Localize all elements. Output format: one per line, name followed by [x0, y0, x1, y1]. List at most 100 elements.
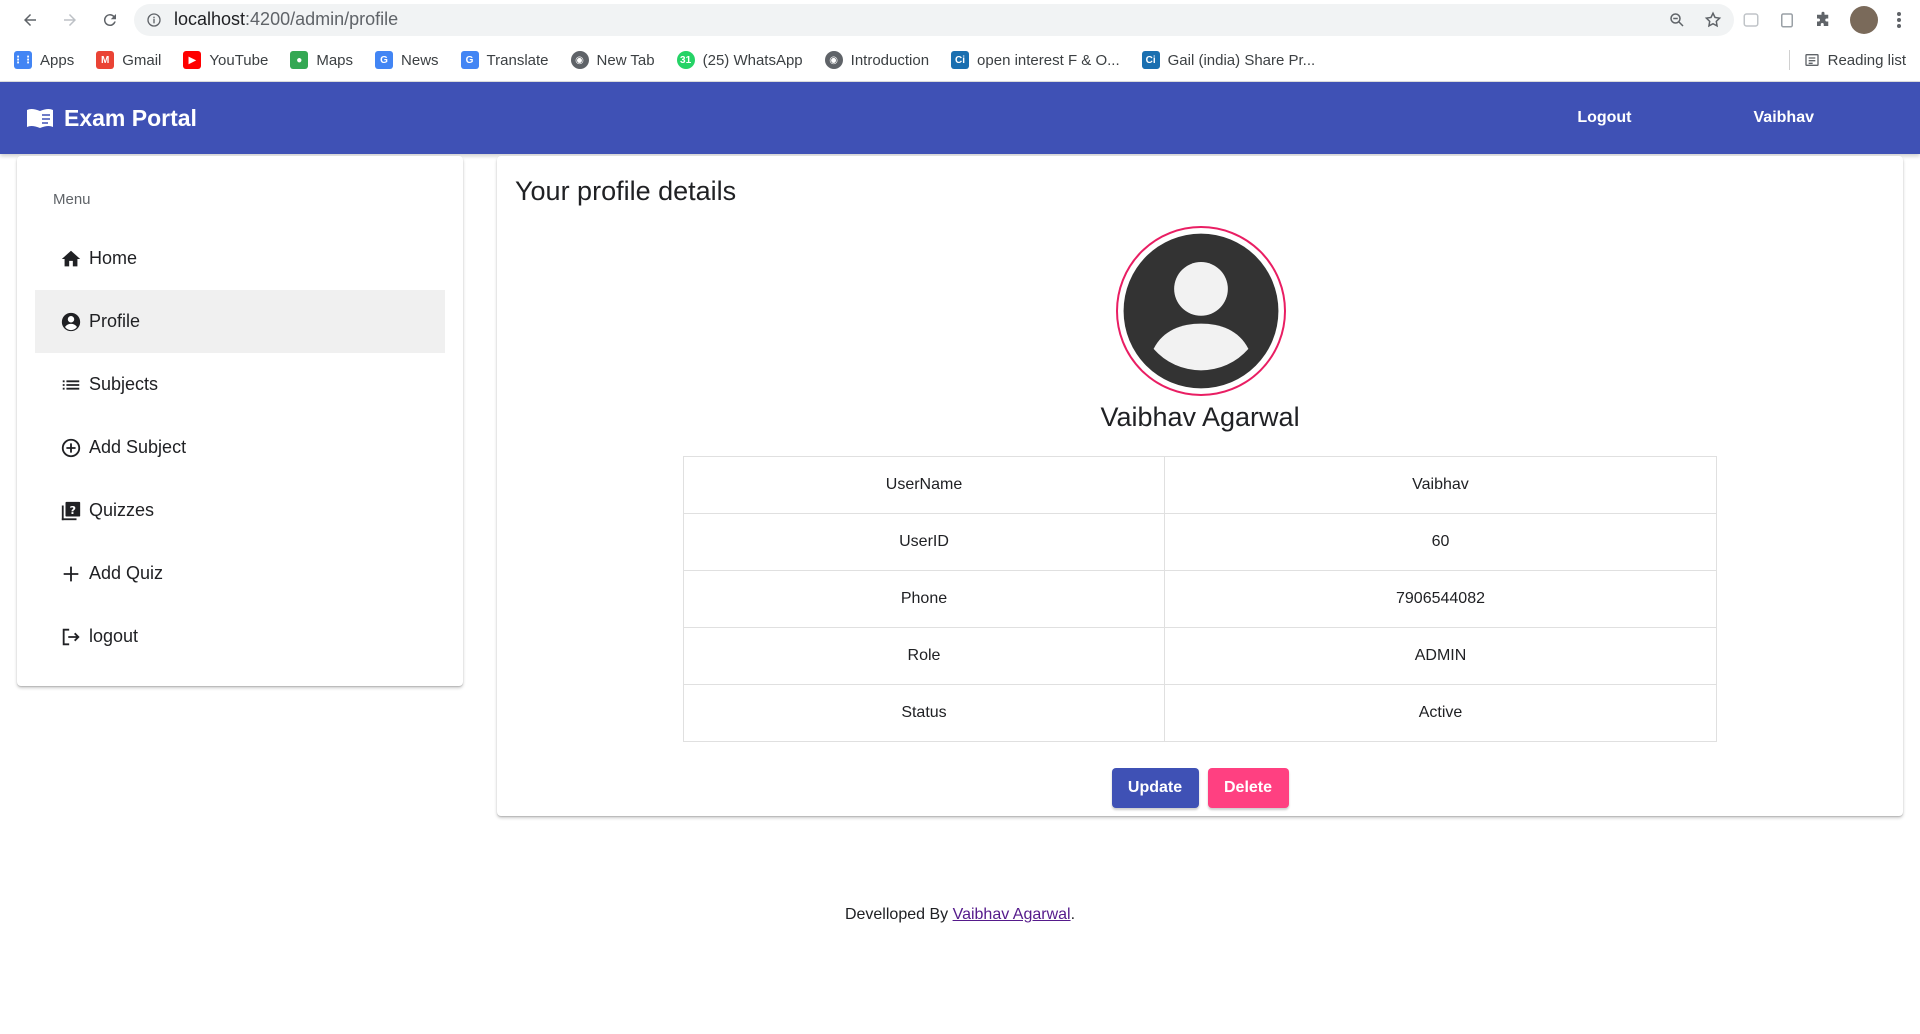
sidebar-item-label: Quizzes — [89, 500, 155, 520]
delete-button[interactable]: Delete — [1207, 768, 1289, 808]
url-path: :4200/admin/profile — [245, 9, 399, 29]
reading-list-button[interactable]: Reading list — [1804, 52, 1906, 69]
bookmark-item[interactable]: Ci Gail (india) Share Pr... — [1141, 51, 1316, 69]
sidebar-item-subjects[interactable]: Subjects — [35, 353, 445, 416]
page-title: Your profile details — [515, 176, 737, 206]
bookmark-label: Translate — [486, 51, 549, 69]
sidebar-item-quizzes[interactable]: ? Quizzes — [35, 479, 445, 542]
url-host: localhost — [174, 9, 246, 29]
reading-list-icon — [1804, 54, 1819, 66]
sidebar-item-home[interactable]: Home — [35, 227, 445, 290]
gmail-icon: M — [96, 51, 115, 69]
whatsapp-icon: 31 — [676, 51, 695, 69]
kebab-menu-icon[interactable] — [1896, 11, 1902, 29]
bookmark-item[interactable]: G Translate — [460, 51, 549, 69]
apps-grid-icon: ⋮⋮ — [13, 51, 33, 69]
sidebar: Menu Home Profile Subjects Add Subject? Quiz… — [17, 156, 463, 686]
youtube-icon: ▶ — [183, 51, 202, 69]
bookmark-item[interactable]: Ci open interest F & O... — [951, 51, 1120, 69]
table-row: Status Active — [683, 684, 1717, 742]
home-icon — [59, 247, 83, 271]
ci-icon: Ci — [1141, 51, 1160, 69]
table-value-cell: Vaibhav — [1164, 456, 1717, 514]
puzzle-icon[interactable] — [1814, 11, 1832, 29]
add-circle-icon — [59, 436, 83, 460]
table-key-cell: Status — [683, 684, 1165, 742]
bookmark-item[interactable]: ▶ YouTube — [183, 51, 268, 69]
reload-icon — [103, 13, 116, 26]
bookmark-item[interactable]: 31 (25) WhatsApp — [676, 51, 803, 69]
sidebar-item-logout[interactable]: logout — [35, 605, 445, 668]
forward-button[interactable] — [50, 4, 90, 36]
bookmark-label: Apps — [40, 51, 75, 69]
sidebar-item-add-quiz[interactable]: Add Quiz — [35, 542, 445, 605]
star-icon[interactable] — [1704, 11, 1722, 29]
arrow-right-icon — [64, 13, 76, 26]
table-key-cell: Role — [683, 627, 1165, 685]
pocket-icon[interactable] — [1742, 11, 1760, 29]
bookmark-item[interactable]: ◉ New Tab — [570, 51, 655, 69]
bookmark-label: Maps — [316, 51, 354, 69]
menu-book-icon — [27, 108, 53, 128]
globe-icon: ◉ — [570, 51, 589, 69]
table-row: UserID 60 — [683, 513, 1717, 571]
bookmark-label: (25) WhatsApp — [702, 51, 803, 69]
update-button[interactable]: Update — [1111, 768, 1199, 808]
reload-button[interactable] — [90, 4, 130, 36]
bookmark-item[interactable]: ⋮⋮ Apps — [13, 51, 75, 69]
logout-link[interactable]: Logout — [1561, 99, 1647, 137]
bookmark-item[interactable]: M Gmail — [96, 51, 161, 69]
footer: Develloped By Vaibhav Agarwal. — [0, 906, 1920, 924]
footer-prefix: Develloped By — [844, 906, 953, 923]
profile-name: Vaibhav Agarwal — [1100, 402, 1300, 432]
bookmark-label: Gmail — [122, 51, 162, 69]
brand[interactable]: Exam Portal — [26, 105, 197, 132]
sidebar-item-label: Add Subject — [89, 437, 187, 457]
bookmark-item[interactable]: ◉ Introduction — [824, 51, 929, 69]
bookmark-label: open interest F & O... — [977, 51, 1120, 69]
plus-icon — [59, 562, 83, 586]
sidebar-item-label: Profile — [89, 311, 141, 331]
profile-avatar-icon[interactable] — [1850, 5, 1878, 34]
clipboard-icon[interactable] — [1778, 11, 1796, 29]
back-button[interactable] — [10, 4, 50, 36]
browser-toolbar: localhost:4200/admin/profile — [0, 0, 1920, 39]
logout-icon — [59, 625, 83, 649]
table-value-cell: Active — [1164, 684, 1717, 742]
list-icon — [59, 373, 83, 397]
table-row: Role ADMIN — [683, 627, 1717, 685]
sidebar-item-profile[interactable]: Profile — [35, 290, 445, 353]
zoom-icon[interactable] — [1668, 11, 1686, 29]
brand-title: Exam Portal — [64, 104, 197, 131]
bookmark-item[interactable]: ● Maps — [290, 51, 353, 69]
user-link[interactable]: Vaibhav — [1738, 99, 1830, 137]
news-icon: G — [375, 51, 394, 69]
table-value-cell: 7906544082 — [1164, 570, 1717, 628]
app-navbar: Exam Portal Logout Vaibhav — [0, 82, 1920, 154]
address-bar[interactable]: localhost:4200/admin/profile — [134, 3, 1734, 36]
maps-icon: ● — [290, 51, 309, 69]
sidebar-item-label: Home — [89, 248, 138, 268]
profile-card: Your profile details Vaibhav Agarwal Use… — [497, 156, 1903, 816]
table-key-cell: Phone — [683, 570, 1165, 628]
bookmarks-separator — [1788, 50, 1790, 70]
sidebar-item-add-subject[interactable]: Add Subject — [35, 416, 445, 479]
sidebar-item-label: logout — [89, 626, 139, 646]
account-circle-icon — [59, 310, 83, 334]
table-row: UserName Vaibhav — [683, 456, 1717, 514]
bookmark-item[interactable]: G News — [375, 51, 439, 69]
table-value-cell: 60 — [1164, 513, 1717, 571]
table-row: Phone 7906544082 — [683, 570, 1717, 628]
reading-list-label: Reading list — [1827, 51, 1906, 69]
footer-author-link[interactable]: Vaibhav Agarwal — [953, 906, 1071, 923]
bookmark-label: Gail (india) Share Pr... — [1167, 51, 1316, 69]
arrow-left-icon — [24, 13, 36, 26]
menu-list: Home Profile Subjects Add Subject? Quizzes Ad… — [35, 227, 445, 668]
quiz-icon: ? — [59, 499, 83, 523]
table-key-cell: UserName — [683, 456, 1165, 514]
account-circle-icon — [1123, 233, 1279, 389]
bookmark-label: YouTube — [209, 51, 269, 69]
info-icon — [147, 12, 161, 27]
table-value-cell: ADMIN — [1164, 627, 1717, 685]
profile-avatar — [1116, 226, 1286, 396]
